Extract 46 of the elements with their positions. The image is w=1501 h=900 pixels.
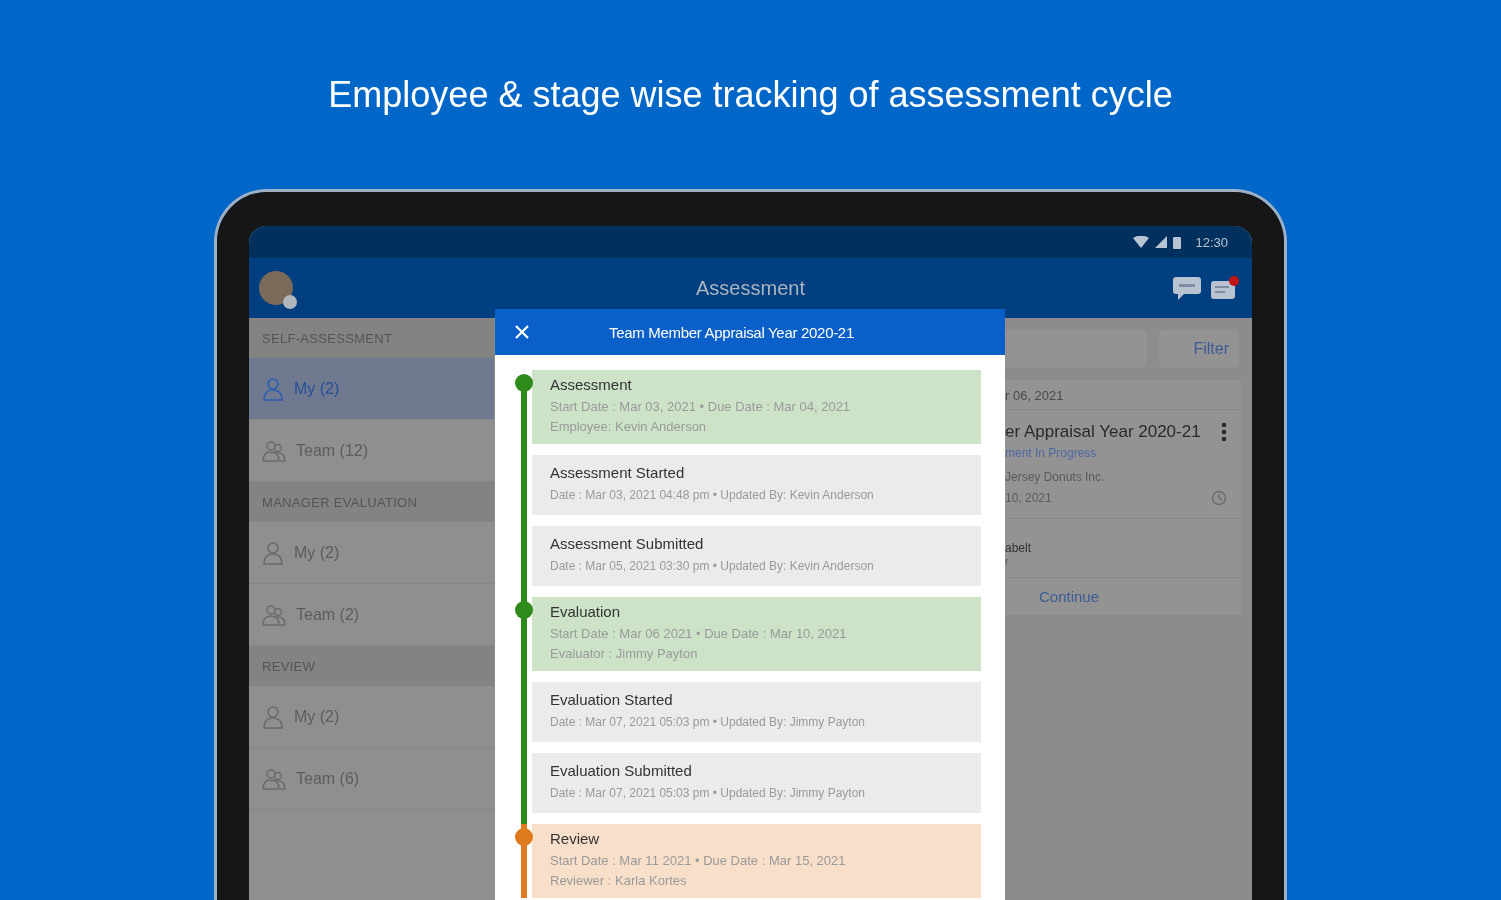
card-person: abelt	[1005, 540, 1033, 555]
person-icon	[262, 376, 284, 401]
card-company: Jersey Donuts Inc.	[1005, 470, 1106, 484]
continue-button[interactable]: Continue	[1033, 584, 1106, 609]
card-status: ment In Progress	[1005, 446, 1098, 462]
timeline-detail: Start Date : Mar 06 2021 • Due Date : Mar 10, 2021	[550, 625, 848, 643]
timeline-title: Evaluation Started	[550, 691, 674, 708]
timeline-title: Evaluation Submitted	[550, 762, 693, 779]
search-field[interactable]	[1005, 330, 1147, 368]
timeline-detail: Date : Mar 07, 2021 05:03 pm • Updated By: Jimmy Payton	[550, 785, 867, 802]
timeline-detail: Evaluator : Jimmy Payton	[550, 645, 699, 663]
timeline-detail: Date : Mar 03, 2021 04:48 pm • Updated By: Kevin Anderson	[550, 487, 875, 504]
filter-button[interactable]: Filter	[1159, 330, 1239, 368]
timeline-detail: Date : Mar 07, 2021 05:03 pm • Updated By: Jimmy Payton	[550, 714, 867, 731]
group-icon	[262, 439, 286, 462]
group-icon	[262, 767, 286, 790]
chat-bubble-icon[interactable]	[1172, 275, 1202, 301]
sidebar-item[interactable]: My (2)	[249, 358, 494, 420]
battery-icon	[1173, 235, 1182, 249]
close-icon[interactable]	[515, 325, 529, 339]
card-due-date: 10, 2021	[1005, 491, 1052, 505]
dialog-title: Team Member Appraisal Year 2020-21	[609, 323, 854, 341]
notification-icon[interactable]	[1210, 275, 1240, 301]
timeline-title: Assessment Submitted	[550, 535, 705, 552]
status-time: 12:30	[1195, 234, 1228, 250]
group-icon	[262, 603, 286, 626]
card-date: r 06, 2021	[1005, 387, 1065, 405]
clock-icon	[1211, 490, 1227, 506]
timeline-title: Assessment	[550, 376, 633, 393]
timeline-title: Evaluation	[550, 603, 622, 620]
card-title: er Appraisal Year 2020-21	[1005, 422, 1201, 442]
person-icon	[262, 704, 284, 729]
timeline-detail: Start Date : Mar 11 2021 • Due Date : Mar 15, 2021	[550, 852, 847, 870]
timeline-detail: Reviewer : Karla Kortes	[550, 872, 688, 890]
more-icon[interactable]	[1221, 422, 1227, 442]
app-title: Assessment	[696, 276, 805, 300]
timeline-detail: Date : Mar 05, 2021 03:30 pm • Updated By: Kevin Anderson	[550, 558, 875, 575]
avatar-badge	[283, 295, 297, 309]
wifi-icon	[1133, 236, 1150, 248]
timeline-detail: Start Date : Mar 03, 2021 • Due Date : Mar 04, 2021	[550, 398, 852, 416]
person-icon	[262, 540, 284, 565]
timeline-title: Assessment Started	[550, 464, 686, 481]
signal-icon	[1155, 236, 1168, 248]
timeline-title: Review	[550, 830, 601, 847]
headline: Employee & stage wise tracking of assessment cycle	[328, 74, 1173, 116]
timeline-detail: Employee: Kevin Anderson	[550, 418, 708, 436]
